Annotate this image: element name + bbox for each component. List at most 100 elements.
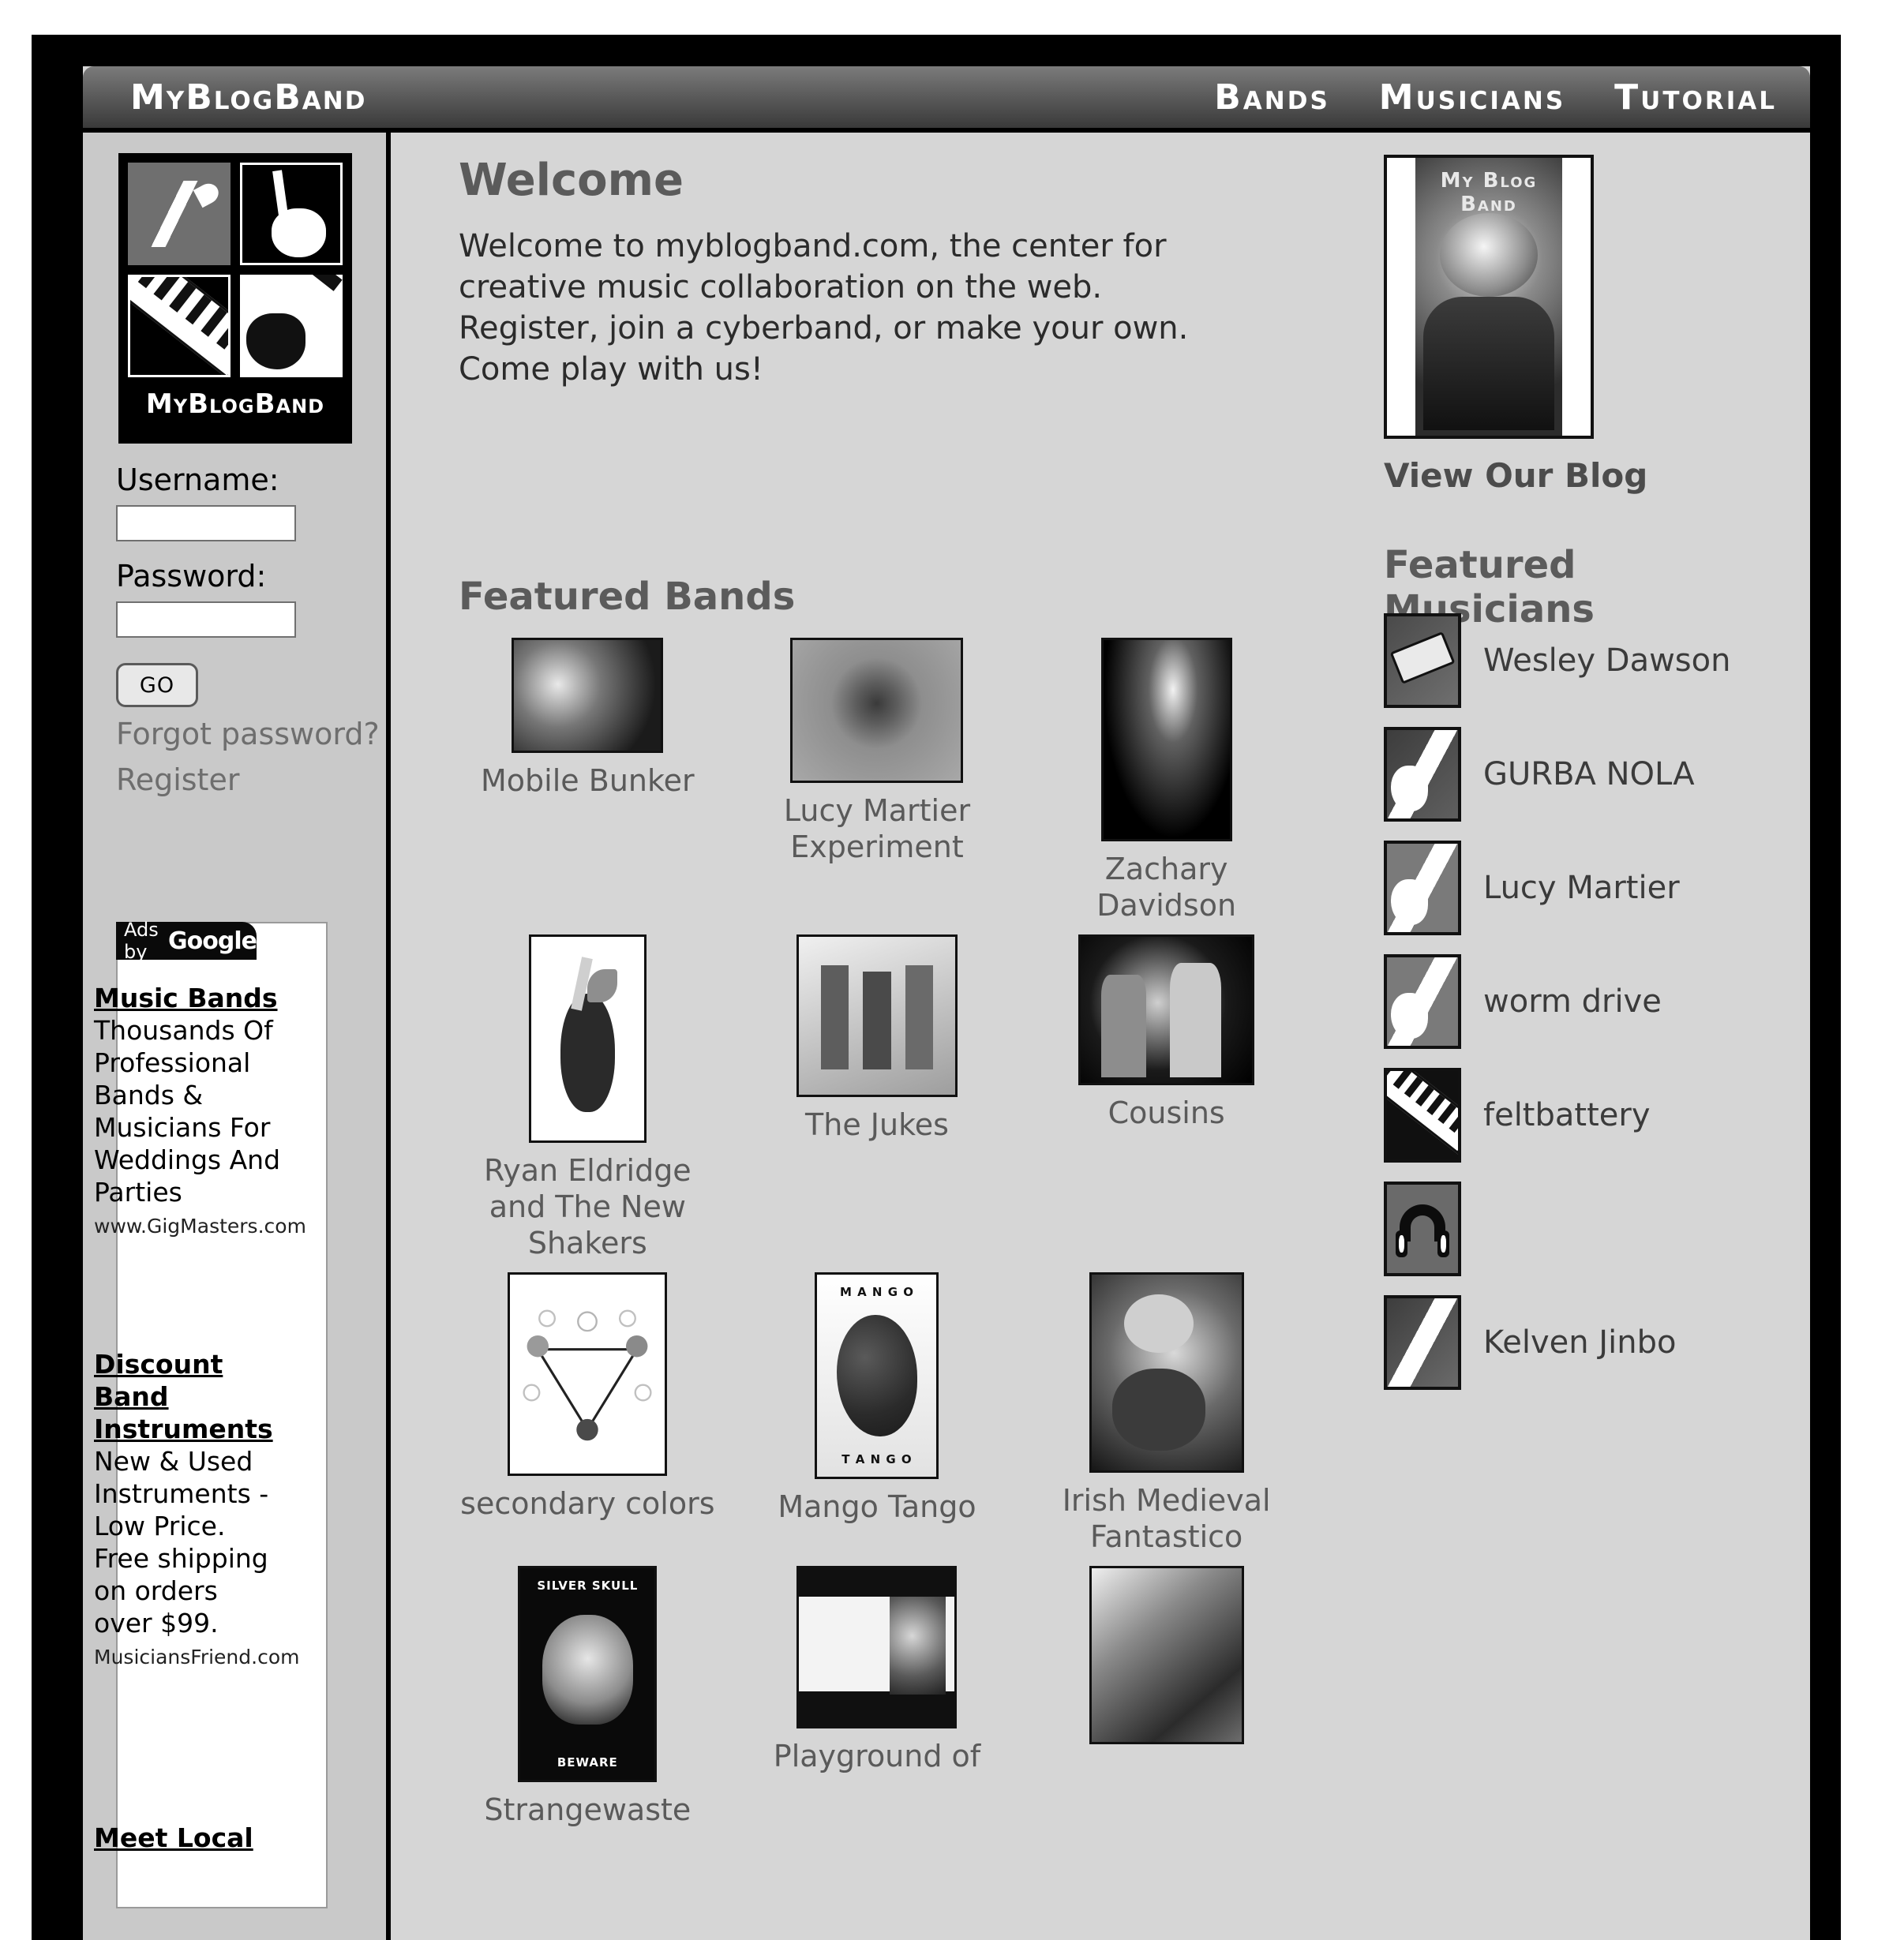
nav-item-bands[interactable]: Bands — [1214, 77, 1330, 118]
mango-word: M A N G O — [839, 1284, 914, 1299]
featured-bands-grid: Mobile Bunker Lucy Martier Experiment Za… — [459, 638, 1295, 1839]
logo-wordmark: MyBlogBand — [145, 388, 325, 420]
band-thumbnail[interactable] — [796, 934, 958, 1097]
band-name[interactable]: Irish Medieval Fantastico — [1037, 1482, 1295, 1555]
band-card[interactable]: Irish Medieval Fantastico — [1037, 1272, 1295, 1555]
musician-avatar[interactable] — [1384, 1295, 1461, 1390]
band-card[interactable]: secondary colors — [459, 1272, 717, 1555]
main-content: Welcome Welcome to myblogband.com, the c… — [395, 133, 1327, 1940]
band-name[interactable]: Zachary Davidson — [1037, 851, 1295, 923]
band-card[interactable]: Playground of — [748, 1566, 1006, 1828]
band-card[interactable]: Zachary Davidson — [1037, 638, 1295, 923]
band-name[interactable]: Lucy Martier Experiment — [748, 792, 1006, 865]
right-sidebar: My Blog Band View Our Blog Featured Musi… — [1351, 133, 1793, 1940]
musician-avatar[interactable] — [1384, 841, 1461, 935]
view-our-blog-link[interactable]: View Our Blog — [1384, 456, 1647, 495]
ad-item-2[interactable]: Discount Band Instruments New & Used Ins… — [94, 1348, 300, 1673]
band-thumbnail[interactable] — [790, 638, 964, 783]
band-thumbnail[interactable] — [1078, 934, 1255, 1085]
band-card[interactable]: Mobile Bunker — [459, 638, 717, 923]
site-brand[interactable]: MyBlogBand — [130, 77, 366, 118]
band-name[interactable]: Playground of — [774, 1738, 980, 1774]
cello-icon — [240, 163, 343, 265]
ad-url: MusiciansFriend.com — [94, 1646, 300, 1668]
band-name[interactable]: Cousins — [1108, 1095, 1225, 1131]
featured-musicians-list: Wesley Dawson GURBA NOLA Lucy Martier wo… — [1384, 606, 1778, 1402]
musician-name[interactable]: Kelven Jinbo — [1483, 1324, 1676, 1361]
band-card[interactable]: Lucy Martier Experiment — [748, 638, 1006, 923]
ad-item-3[interactable]: Meet Local — [94, 1822, 282, 1854]
featured-bands-heading: Featured Bands — [459, 575, 796, 619]
musician-name[interactable]: worm drive — [1483, 983, 1662, 1020]
band-card[interactable]: The Jukes — [748, 934, 1006, 1261]
musician-avatar[interactable] — [1384, 613, 1461, 708]
band-name[interactable]: Strangewaste — [484, 1792, 691, 1828]
musician-row[interactable]: GURBA NOLA — [1384, 720, 1778, 829]
musician-row[interactable]: Wesley Dawson — [1384, 606, 1778, 715]
musician-row[interactable]: Kelven Jinbo — [1384, 1288, 1778, 1397]
keytar-icon — [128, 275, 231, 377]
username-input[interactable] — [116, 505, 296, 541]
band-name[interactable]: secondary colors — [460, 1485, 714, 1522]
band-card[interactable]: Cousins — [1037, 934, 1295, 1261]
site-logo[interactable]: MyBlogBand — [118, 153, 352, 444]
ad-title[interactable]: Music Bands — [94, 982, 282, 1014]
ads-by-google-badge: Ads by Google — [116, 919, 257, 963]
ad-title[interactable]: Discount Band Instruments — [94, 1348, 282, 1445]
top-navigation-bar: MyBlogBand Bands Musicians Tutorial — [83, 66, 1810, 133]
band-thumbnail[interactable] — [1100, 638, 1232, 841]
forgot-password-link[interactable]: Forgot password? — [116, 717, 380, 751]
register-link[interactable]: Register — [116, 762, 239, 797]
musician-name[interactable]: Wesley Dawson — [1483, 642, 1730, 679]
blog-image-caption: My Blog Band — [1440, 169, 1538, 217]
musician-name[interactable]: GURBA NOLA — [1483, 756, 1695, 792]
band-card[interactable]: SILVER SKULL BEWARE Strangewaste — [459, 1566, 717, 1828]
beware-word: BEWARE — [557, 1755, 618, 1770]
band-name[interactable]: Mango Tango — [778, 1489, 976, 1525]
band-card[interactable]: M A N G O T A N G O Mango Tango — [748, 1272, 1006, 1555]
ad-title[interactable]: Meet Local — [94, 1822, 282, 1854]
band-thumbnail[interactable] — [508, 1272, 668, 1476]
band-thumbnail[interactable] — [512, 638, 664, 753]
band-card[interactable]: Ryan Eldridge and The New Shakers — [459, 934, 717, 1261]
band-thumbnail[interactable] — [796, 1566, 958, 1728]
page-body: MyBlogBand Username: Password: GO Forgot… — [83, 133, 1810, 1940]
musician-row[interactable] — [1384, 1174, 1778, 1283]
musician-avatar[interactable] — [1384, 1182, 1461, 1276]
band-card[interactable] — [1037, 1566, 1295, 1828]
password-input[interactable] — [116, 601, 296, 638]
nav-item-musicians[interactable]: Musicians — [1379, 77, 1565, 118]
musician-avatar[interactable] — [1384, 1068, 1461, 1163]
ad-item-1[interactable]: Music Bands Thousands Of Professional Ba… — [94, 982, 306, 1242]
band-name[interactable]: Ryan Eldridge and The New Shakers — [459, 1152, 717, 1261]
welcome-heading: Welcome — [459, 155, 684, 206]
musician-name[interactable]: feltbattery — [1483, 1097, 1650, 1133]
nav-links: Bands Musicians Tutorial — [1214, 77, 1777, 118]
musician-avatar[interactable] — [1384, 954, 1461, 1049]
ads-by-label: Ads by — [124, 919, 159, 963]
username-label: Username: — [116, 463, 279, 497]
band-name[interactable]: The Jukes — [805, 1107, 949, 1143]
login-go-button[interactable]: GO — [116, 663, 198, 707]
ad-body: New & Used Instruments - Low Price. Free… — [94, 1446, 269, 1639]
blog-feature-image[interactable]: My Blog Band — [1384, 155, 1594, 439]
ad-body: Thousands Of Professional Bands & Musici… — [94, 1015, 281, 1208]
musician-row[interactable]: feltbattery — [1384, 1061, 1778, 1170]
band-thumbnail[interactable]: M A N G O T A N G O — [815, 1272, 939, 1479]
band-thumbnail[interactable]: SILVER SKULL BEWARE — [518, 1566, 658, 1782]
band-thumbnail[interactable] — [1089, 1272, 1244, 1473]
band-name[interactable]: Mobile Bunker — [481, 762, 695, 799]
logo-instrument-grid — [128, 163, 343, 377]
band-thumbnail[interactable] — [528, 934, 647, 1143]
musician-row[interactable]: Lucy Martier — [1384, 833, 1778, 942]
band-thumbnail[interactable] — [1089, 1566, 1244, 1744]
nav-item-tutorial[interactable]: Tutorial — [1614, 77, 1777, 118]
google-wordmark: Google — [168, 927, 257, 955]
silver-skull-word: SILVER SKULL — [537, 1579, 639, 1594]
trumpet-icon — [128, 163, 231, 265]
musician-row[interactable]: worm drive — [1384, 947, 1778, 1056]
ad-url: www.GigMasters.com — [94, 1215, 306, 1238]
password-label: Password: — [116, 559, 267, 594]
musician-name[interactable]: Lucy Martier — [1483, 870, 1680, 906]
musician-avatar[interactable] — [1384, 727, 1461, 822]
